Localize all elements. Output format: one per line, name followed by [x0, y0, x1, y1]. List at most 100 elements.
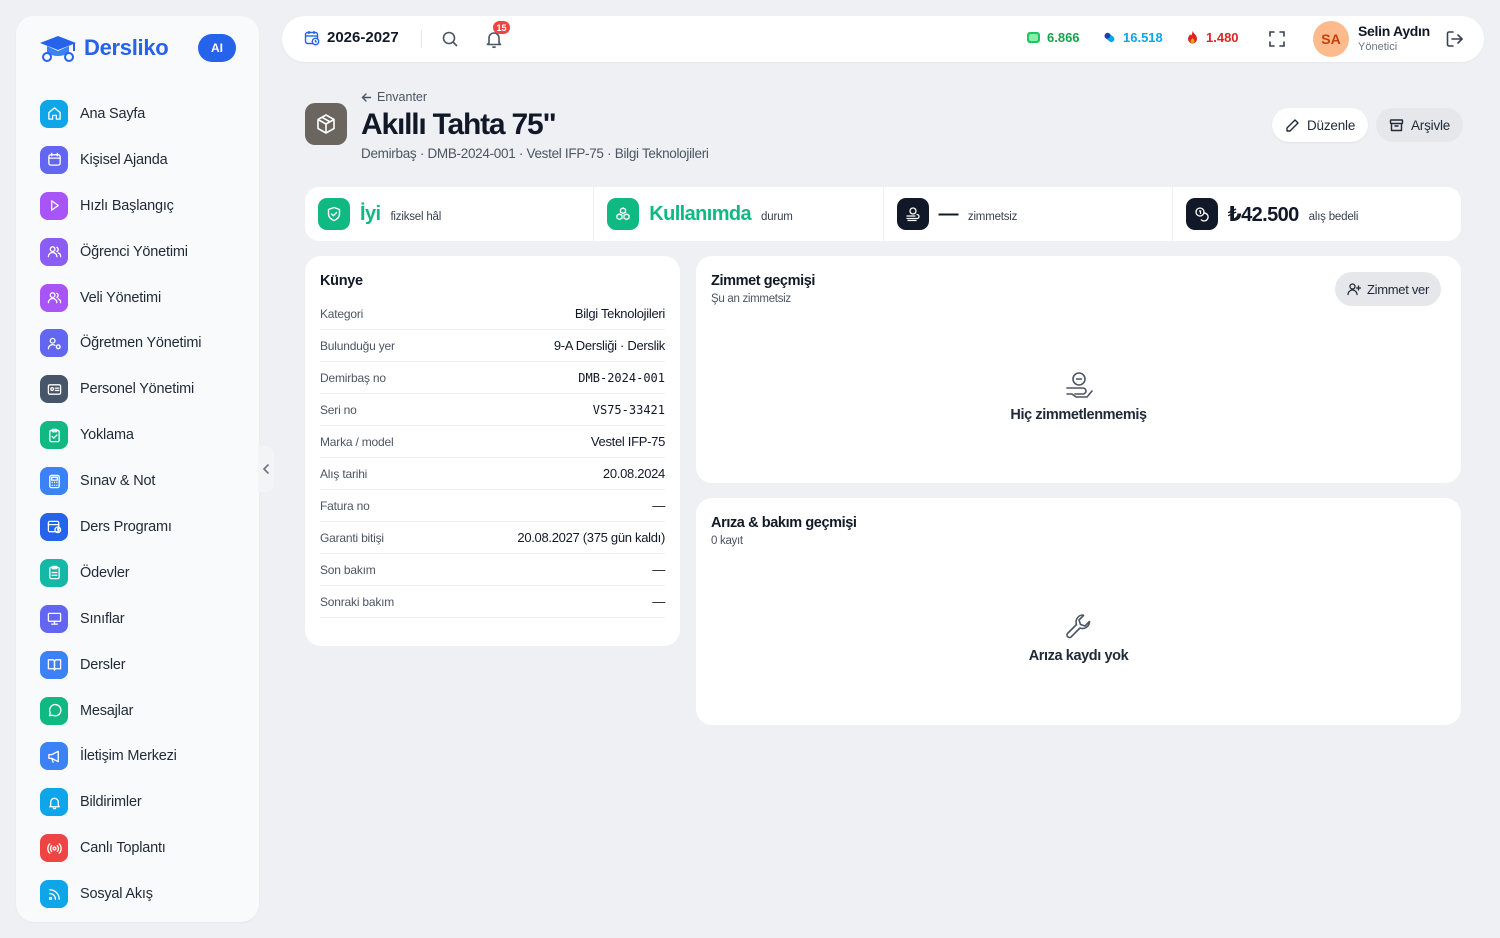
arrow-left-icon	[361, 92, 372, 102]
chevron-left-icon	[262, 464, 269, 474]
identity-row-key: Marka / model	[320, 434, 394, 449]
users-icon	[40, 283, 68, 312]
logout-icon[interactable]	[1444, 28, 1466, 50]
avatar[interactable]: SA	[1313, 21, 1349, 57]
identity-row-value: —	[652, 498, 665, 513]
summary-strip: İyi fiziksel hâl Kullanımda durum — zimm…	[305, 187, 1461, 241]
brand-name: Dersliko	[84, 35, 169, 60]
identity-row: Son bakım —	[320, 554, 665, 586]
assign-button[interactable]: Zimmet ver	[1335, 272, 1442, 306]
wrench-icon	[1065, 614, 1090, 639]
sidebar-item-label: Sınav & Not	[80, 473, 156, 490]
search-icon[interactable]	[440, 29, 460, 49]
identity-row-key: Garanti bitişi	[320, 530, 384, 545]
sidebar-item-label: Bildirimler	[80, 794, 142, 811]
identity-row-value: Vestel IFP-75	[590, 434, 665, 449]
calendar-clock-icon	[304, 30, 320, 45]
page-subtitle: Demirbaş · DMB-2024-001 · Vestel IFP-75 …	[361, 146, 709, 161]
identity-row: Seri no VS75-33421	[320, 394, 665, 426]
cash-icon	[1027, 32, 1040, 43]
fullscreen-icon[interactable]	[1267, 29, 1287, 49]
sidebar-item-s-n-flar[interactable]: Sınıflar	[40, 596, 245, 642]
fault-maintenance-subtitle: 0 kayıt	[711, 535, 743, 547]
sidebar-item-h-zl-ba-lang[interactable]: Hızlı Başlangıç	[40, 183, 245, 229]
identity-row: Bulunduğu yer 9-A Dersliği · Derslik	[320, 330, 665, 362]
sidebar-item-i-leti-im-merkezi[interactable]: İletişim Merkezi	[40, 733, 245, 779]
assign-button-label: Zimmet ver	[1367, 281, 1430, 297]
hand-coins-icon	[1065, 372, 1093, 398]
sidebar-item-veli-y-netimi[interactable]: Veli Yönetimi	[40, 275, 245, 321]
identity-row-key: Fatura no	[320, 498, 370, 513]
identity-row-value: 9-A Dersliği · Derslik	[553, 338, 665, 353]
sidebar-item-label: Sınıflar	[80, 610, 125, 627]
boxes-icon	[607, 198, 640, 230]
identity-row: Sonraki bakım —	[320, 586, 665, 618]
brand[interactable]: Dersliko	[38, 32, 169, 64]
sidebar-item-label: Sosyal Akış	[80, 886, 153, 903]
identity-row-value: DMB-2024-001	[578, 370, 665, 385]
status-stat: Kullanımda durum	[594, 187, 884, 241]
identity-row: Garanti bitişi 20.08.2027 (375 gün kaldı)	[320, 522, 665, 554]
sidebar-item-label: Hızlı Başlangıç	[80, 197, 174, 214]
sidebar-item-dersler[interactable]: Dersler	[40, 642, 245, 688]
condition-caption: fiziksel hâl	[390, 211, 442, 223]
bell-icon	[40, 788, 68, 817]
hand-coins-icon	[896, 198, 929, 230]
edit-button[interactable]: Düzenle	[1272, 108, 1369, 142]
sidebar: Dersliko AI Ana Sayfa Kişisel Ajanda Hızlı…	[16, 16, 259, 922]
assignment-empty-text: Hiç zimmetlenmemiş	[1010, 407, 1147, 423]
sidebar-item-canl-toplant[interactable]: Canlı Toplantı	[40, 825, 245, 871]
sidebar-item-label: Öğretmen Yönetimi	[80, 335, 202, 352]
stat-cash[interactable]: 6.866	[1026, 30, 1080, 45]
sidebar-item-s-nav-not[interactable]: Sınav & Not	[40, 458, 245, 504]
sidebar-item-devler[interactable]: Ödevler	[40, 550, 245, 596]
stat-flame[interactable]: 1.480	[1185, 30, 1239, 45]
sidebar-item-label: Kişisel Ajanda	[80, 151, 168, 168]
user-cog-icon	[40, 329, 68, 358]
identity-row: Marka / model Vestel IFP-75	[320, 426, 665, 458]
user-plus-icon	[1347, 283, 1361, 296]
identity-row: Demirbaş no DMB-2024-001	[320, 362, 665, 394]
identity-card: Künye Kategori Bilgi Teknolojileri Bulundu…	[305, 256, 680, 646]
sidebar-item-personel-y-netimi[interactable]: Personel Yönetimi	[40, 366, 245, 412]
sidebar-item-label: Ders Programı	[80, 518, 172, 535]
rss-icon	[40, 880, 68, 909]
topbar: 2026-2027 15 6.866 16.518 1.480 SA Selin…	[282, 16, 1484, 62]
presentation-icon	[40, 604, 68, 633]
calendar-icon	[40, 145, 68, 174]
archive-button[interactable]: Arşivle	[1376, 108, 1464, 142]
calculator-icon	[40, 467, 68, 496]
sidebar-item-label: Ana Sayfa	[80, 105, 146, 122]
identity-row-value: 20.08.2024	[602, 466, 665, 481]
identity-row-value: —	[652, 562, 665, 577]
sidebar-item-ki-isel-ajanda[interactable]: Kişisel Ajanda	[40, 137, 245, 183]
sidebar-item-label: Ödevler	[80, 564, 130, 581]
sidebar-item-renci-y-netimi[interactable]: Öğrenci Yönetimi	[40, 229, 245, 275]
condition-stat: İyi fiziksel hâl	[305, 187, 595, 241]
identity-row-value: —	[652, 594, 665, 609]
status-caption: durum	[761, 211, 793, 223]
academic-year-selector[interactable]: 2026-2027	[304, 29, 399, 46]
notification-count-badge: 15	[493, 21, 510, 34]
assignment-history-title: Zimmet geçmişi	[711, 273, 815, 289]
stat-pill[interactable]: 16.518	[1102, 30, 1163, 45]
stat-flame-value: 1.480	[1206, 30, 1239, 45]
identity-row: Alış tarihi 20.08.2024	[320, 458, 665, 490]
ai-assistant-button[interactable]: AI	[198, 34, 236, 62]
breadcrumb[interactable]: Envanter	[361, 90, 427, 104]
sidebar-item-mesajlar[interactable]: Mesajlar	[40, 688, 245, 734]
sidebar-item-label: Öğrenci Yönetimi	[80, 243, 188, 260]
fault-maintenance-title: Arıza & bakım geçmişi	[711, 515, 857, 531]
sidebar-item-retmen-y-netimi[interactable]: Öğretmen Yönetimi	[40, 320, 245, 366]
megaphone-icon	[40, 742, 68, 771]
package-icon	[317, 114, 335, 134]
sidebar-item-bildirimler[interactable]: Bildirimler	[40, 779, 245, 825]
coins-icon	[1185, 198, 1218, 230]
sidebar-collapse-button[interactable]	[258, 446, 274, 492]
user-role: Yönetici	[1358, 41, 1398, 53]
sidebar-item-yoklama[interactable]: Yoklama	[40, 412, 245, 458]
sidebar-item-ders-program[interactable]: Ders Programı	[40, 504, 245, 550]
sidebar-item-ana-sayfa[interactable]: Ana Sayfa	[40, 91, 245, 137]
identity-row-value: Bilgi Teknolojileri	[574, 306, 665, 321]
sidebar-item-sosyal-ak[interactable]: Sosyal Akış	[40, 871, 245, 917]
